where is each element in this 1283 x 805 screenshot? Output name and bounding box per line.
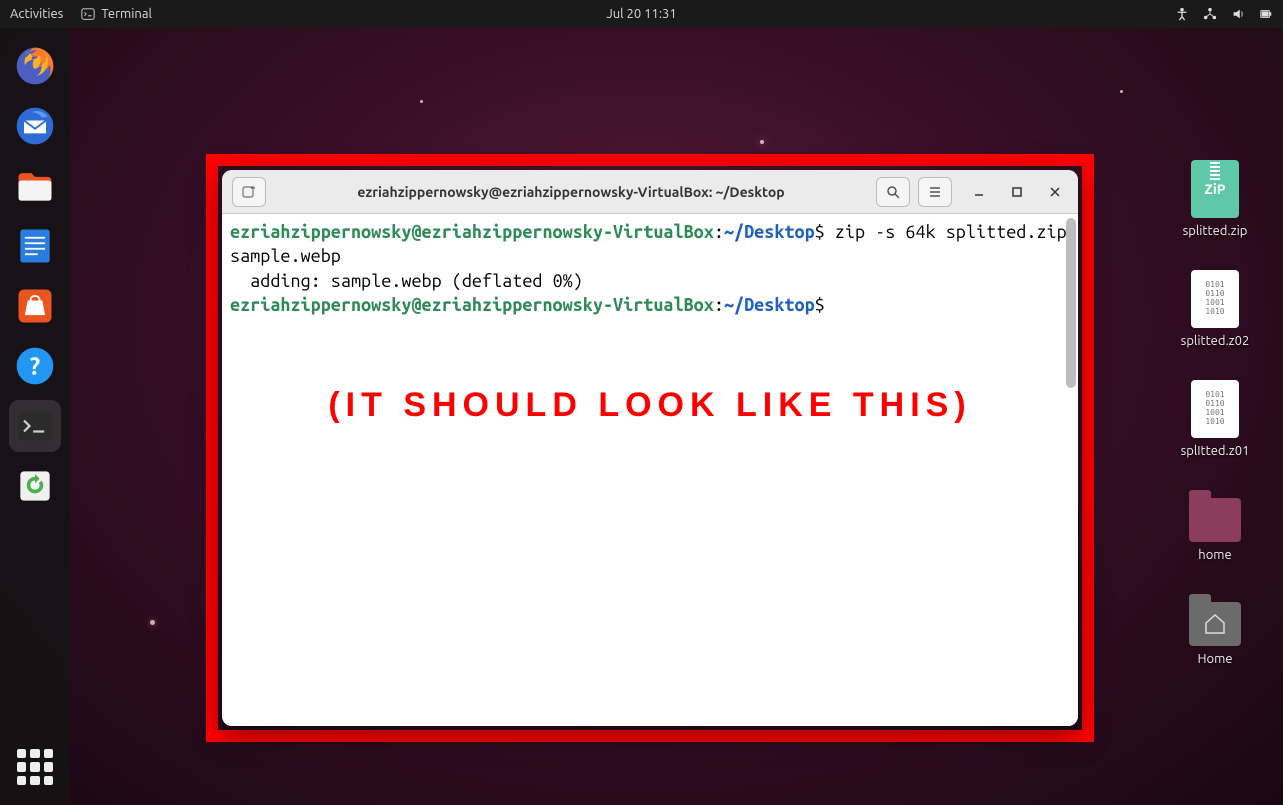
file-label: splitted.zip	[1183, 224, 1248, 238]
dock-writer[interactable]	[9, 220, 61, 272]
folder-icon	[1189, 498, 1241, 542]
binary-file-icon: 0101011010011010	[1191, 270, 1239, 328]
minimize-icon	[973, 186, 985, 198]
dock-terminal[interactable]	[9, 400, 61, 452]
show-applications[interactable]	[9, 741, 61, 793]
binary-file-icon: 0101011010011010	[1191, 380, 1239, 438]
window-titlebar[interactable]: ezriahzippernowsky@ezriahzippernowsky-Vi…	[222, 170, 1078, 214]
folder-home-link[interactable]: Home	[1165, 594, 1265, 666]
window-title: ezriahzippernowsky@ezriahzippernowsky-Vi…	[274, 184, 868, 200]
maximize-button[interactable]	[1004, 179, 1030, 205]
file-label: Home	[1197, 652, 1232, 666]
terminal-icon	[81, 7, 95, 21]
battery-icon[interactable]	[1259, 7, 1273, 21]
annotation-caption: (IT SHOULD LOOK LIKE THIS)	[206, 386, 1094, 425]
file-label: home	[1198, 548, 1231, 562]
dock-help[interactable]: ?	[9, 340, 61, 392]
top-panel: Activities Terminal Jul 20 11:31	[0, 0, 1283, 28]
volume-icon[interactable]	[1231, 7, 1245, 21]
maximize-icon	[1011, 186, 1023, 198]
prompt-user: ezriahzippernowsky@ezriahzippernowsky-Vi…	[230, 295, 714, 315]
dock-files[interactable]	[9, 160, 61, 212]
file-label: splitted.z02	[1181, 334, 1250, 348]
prompt-path: ~/Desktop	[724, 222, 815, 242]
prompt-path: ~/Desktop	[724, 295, 815, 315]
dock: ?	[0, 28, 70, 805]
prompt-user: ezriahzippernowsky@ezriahzippernowsky-Vi…	[230, 222, 714, 242]
hamburger-icon	[927, 184, 943, 200]
activities-button[interactable]: Activities	[10, 7, 63, 21]
clock[interactable]: Jul 20 11:31	[606, 7, 676, 21]
dock-software[interactable]	[9, 280, 61, 332]
new-tab-button[interactable]	[232, 177, 266, 207]
scrollbar[interactable]	[1066, 218, 1076, 388]
active-app-indicator[interactable]: Terminal	[81, 7, 152, 21]
active-app-label: Terminal	[101, 7, 152, 21]
terminal-output: adding: sample.webp (deflated 0%)	[230, 271, 583, 291]
search-button[interactable]	[876, 177, 910, 207]
dock-thunderbird[interactable]	[9, 100, 61, 152]
zip-icon: ZiP	[1191, 160, 1239, 218]
file-splitted-z02[interactable]: 0101011010011010 splitted.z02	[1165, 270, 1265, 348]
apps-grid-icon	[17, 749, 53, 785]
desktop-icons: ZiP splitted.zip 0101011010011010 splitt…	[1165, 160, 1265, 666]
file-splitted-z01[interactable]: 0101011010011010 splItted.z01	[1165, 380, 1265, 458]
dock-trash[interactable]	[9, 460, 61, 512]
file-splitted-zip[interactable]: ZiP splitted.zip	[1165, 160, 1265, 238]
menu-button[interactable]	[918, 177, 952, 207]
home-folder-icon	[1189, 602, 1241, 646]
dock-firefox[interactable]	[9, 40, 61, 92]
folder-home[interactable]: home	[1165, 490, 1265, 562]
new-tab-icon	[241, 184, 257, 200]
minimize-button[interactable]	[966, 179, 992, 205]
search-icon	[885, 184, 901, 200]
terminal-body[interactable]: ezriahzippernowsky@ezriahzippernowsky-Vi…	[222, 214, 1078, 726]
close-icon	[1049, 186, 1061, 198]
file-label: splItted.z01	[1181, 444, 1250, 458]
network-icon[interactable]	[1203, 7, 1217, 21]
svg-text:?: ?	[30, 352, 40, 379]
terminal-window: ezriahzippernowsky@ezriahzippernowsky-Vi…	[222, 170, 1078, 726]
accessibility-icon[interactable]	[1175, 7, 1189, 21]
close-button[interactable]	[1042, 179, 1068, 205]
